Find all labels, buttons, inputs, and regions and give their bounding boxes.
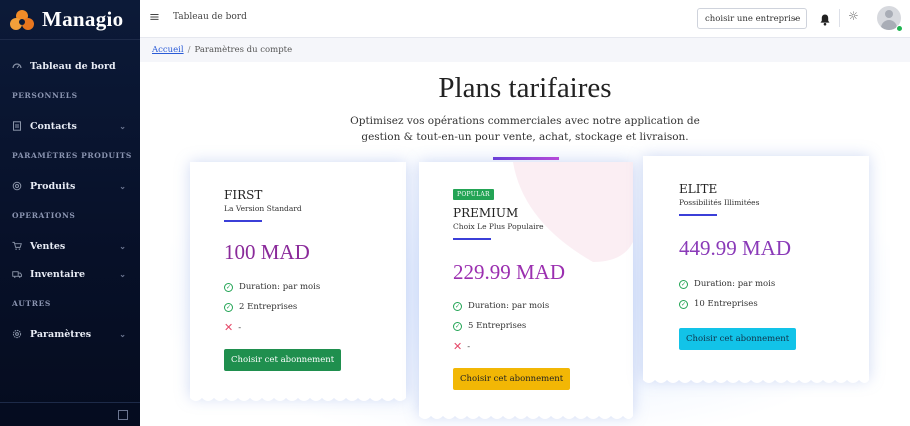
plan-divider bbox=[679, 214, 717, 216]
feature-text: Duration: par mois bbox=[694, 279, 776, 289]
contacts-icon bbox=[12, 121, 22, 131]
chevron-down-icon: ⌄ bbox=[792, 13, 799, 22]
plan-name: FIRST bbox=[224, 188, 263, 202]
sidebar-item-inventaire[interactable]: Inventaire ⌄ bbox=[0, 260, 140, 288]
cross-icon: ✕ bbox=[453, 340, 463, 353]
feature-text: - bbox=[467, 341, 471, 352]
check-icon: ✓ bbox=[224, 302, 233, 312]
chevron-down-icon: ⌄ bbox=[119, 329, 126, 339]
plan-description: Possibilités Illimitées bbox=[679, 198, 760, 207]
plan-divider bbox=[224, 220, 262, 222]
plan-card-premium: POPULAR PREMIUM Choix Le Plus Populaire … bbox=[419, 157, 633, 419]
brand[interactable]: Managio bbox=[0, 0, 140, 40]
check-icon: ✓ bbox=[679, 279, 688, 289]
feature-text: 10 Entreprises bbox=[694, 299, 758, 309]
sidebar-item-label: Paramètres bbox=[30, 328, 92, 340]
dashboard-icon bbox=[12, 61, 22, 71]
chevron-down-icon: ⌄ bbox=[119, 121, 126, 131]
sidebar-item-ventes[interactable]: Ventes ⌄ bbox=[0, 232, 140, 260]
sidebar-item-contacts[interactable]: Contacts ⌄ bbox=[0, 112, 140, 140]
feature-text: - bbox=[238, 322, 242, 333]
sidebar-item-parametres[interactable]: Paramètres ⌄ bbox=[0, 320, 140, 348]
topbar-title: Tableau de bord bbox=[173, 12, 247, 22]
sidebar-section-title: OPERATIONS bbox=[12, 211, 76, 220]
choose-plan-button[interactable]: Choisir cet abonnement bbox=[224, 349, 342, 371]
plan-name: PREMIUM bbox=[453, 206, 519, 220]
page-title: Plans tarifaires bbox=[438, 72, 612, 104]
sidebar-item-label: Tableau de bord bbox=[30, 60, 116, 72]
divider bbox=[839, 9, 840, 27]
plan-card-first: FIRST La Version Standard 100 MAD ✓ Durat… bbox=[190, 162, 406, 401]
feature-text: Duration: par mois bbox=[239, 282, 321, 292]
check-icon: ✓ bbox=[453, 301, 462, 311]
sidebar-section-title: AUTRES bbox=[12, 299, 51, 308]
card-zigzag-edge bbox=[190, 392, 406, 401]
sidebar-item-label: Ventes bbox=[30, 240, 66, 252]
company-select[interactable]: choisir une entreprise ⌄ bbox=[697, 8, 807, 29]
feature-item: ✓ Duration: par mois bbox=[453, 301, 549, 311]
chevron-down-icon: ⌄ bbox=[119, 181, 126, 191]
feature-item-excluded: ✕ - bbox=[224, 321, 241, 334]
feature-item: ✓ Duration: par mois bbox=[679, 279, 775, 289]
chevron-down-icon: ⌄ bbox=[119, 269, 126, 279]
pricing-content: Plans tarifaires Optimisez vos opération… bbox=[140, 62, 910, 426]
plan-price: 100 MAD bbox=[224, 240, 310, 264]
collapse-sidebar-icon[interactable] bbox=[118, 410, 128, 420]
inventory-icon bbox=[12, 269, 22, 279]
feature-text: 2 Entreprises bbox=[239, 302, 298, 312]
company-select-value: choisir une entreprise bbox=[705, 14, 801, 24]
popular-accent-bar bbox=[493, 157, 559, 160]
feature-item-excluded: ✕ - bbox=[453, 340, 470, 353]
decorative-blob bbox=[513, 162, 633, 262]
breadcrumb: Accueil / Paramètres du compte bbox=[152, 45, 293, 55]
card-zigzag-edge bbox=[419, 410, 633, 419]
plan-price: 449.99 MAD bbox=[679, 236, 792, 260]
check-icon: ✓ bbox=[679, 299, 688, 309]
cart-icon bbox=[12, 241, 22, 251]
plan-description: Choix Le Plus Populaire bbox=[453, 222, 544, 231]
chevron-down-icon: ⌄ bbox=[119, 241, 126, 251]
plan-price: 229.99 MAD bbox=[453, 260, 566, 284]
cross-icon: ✕ bbox=[224, 321, 234, 334]
feature-item: ✓ Duration: par mois bbox=[224, 282, 320, 292]
online-status-dot bbox=[896, 25, 903, 32]
sidebar-item-produits[interactable]: Produits ⌄ bbox=[0, 172, 140, 200]
feature-item: ✓ 2 Entreprises bbox=[224, 302, 297, 312]
choose-plan-button[interactable]: Choisir cet abonnement bbox=[679, 328, 797, 350]
check-icon: ✓ bbox=[453, 321, 462, 331]
page-subtitle: Optimisez vos opérations commerciales av… bbox=[350, 115, 700, 143]
products-icon bbox=[12, 181, 22, 191]
check-icon: ✓ bbox=[224, 282, 233, 292]
logo-icon bbox=[10, 9, 34, 31]
sidebar: Managio Tableau de bord PERSONNELS Contact… bbox=[0, 0, 140, 426]
sidebar-item-label: Inventaire bbox=[30, 268, 86, 280]
settings-icon bbox=[12, 329, 22, 339]
sidebar-item-label: Produits bbox=[30, 180, 76, 192]
sidebar-section-title: PARAMÈTRES PRODUITS bbox=[12, 151, 132, 160]
sidebar-item-tableau-de-bord[interactable]: Tableau de bord bbox=[0, 52, 140, 80]
bell-icon[interactable] bbox=[820, 11, 830, 30]
breadcrumb-home-link[interactable]: Accueil bbox=[152, 45, 184, 55]
card-zigzag-edge bbox=[643, 374, 869, 383]
popular-badge: POPULAR bbox=[453, 189, 494, 200]
feature-item: ✓ 10 Entreprises bbox=[679, 299, 758, 309]
feature-text: Duration: par mois bbox=[468, 301, 550, 311]
brand-name: Managio bbox=[42, 7, 124, 31]
feature-item: ✓ 5 Entreprises bbox=[453, 321, 526, 331]
hamburger-menu-icon[interactable]: ≡ bbox=[149, 10, 160, 25]
theme-toggle-sun-icon[interactable]: ☼ bbox=[848, 9, 859, 23]
breadcrumb-current: Paramètres du compte bbox=[194, 45, 293, 55]
plan-name: ELITE bbox=[679, 182, 718, 196]
plan-card-elite: ELITE Possibilités Illimitées 449.99 MAD… bbox=[643, 156, 869, 383]
sidebar-footer bbox=[0, 402, 140, 426]
plan-description: La Version Standard bbox=[224, 204, 302, 213]
feature-text: 5 Entreprises bbox=[468, 321, 527, 331]
choose-plan-button[interactable]: Choisir cet abonnement bbox=[453, 368, 571, 390]
sidebar-section-title: PERSONNELS bbox=[12, 91, 78, 100]
sidebar-nav: Tableau de bord PERSONNELS Contacts ⌄ PARAMÈ… bbox=[0, 40, 140, 348]
sidebar-item-label: Contacts bbox=[30, 120, 77, 132]
topbar: ≡ Tableau de bord choisir une entreprise… bbox=[140, 0, 910, 38]
plan-divider bbox=[453, 238, 491, 240]
